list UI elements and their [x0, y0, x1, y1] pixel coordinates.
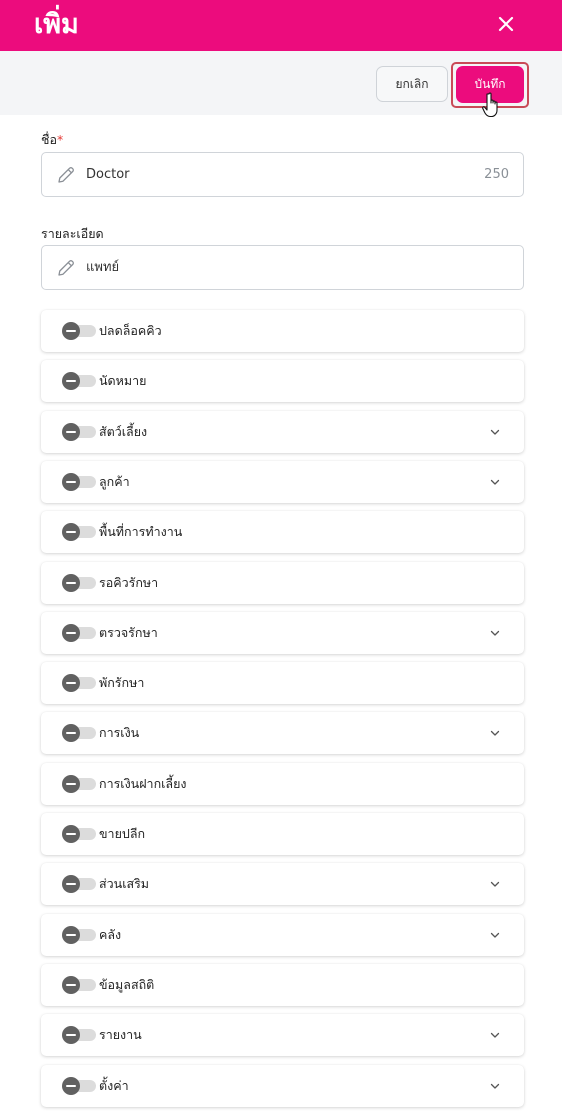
pencil-icon	[58, 260, 74, 276]
permission-row[interactable]: พื้นที่การทำงาน	[41, 511, 524, 553]
dialog-title: เพิ่ม	[34, 9, 79, 40]
permission-toggle[interactable]	[62, 423, 96, 441]
chevron-down-icon[interactable]	[489, 476, 501, 488]
permission-label: พื้นที่การทำงาน	[99, 524, 183, 539]
permission-label: ส่วนเสริม	[99, 876, 150, 891]
permission-toggle[interactable]	[62, 825, 96, 843]
toggle-knob-minus-icon	[62, 674, 80, 692]
permission-toggle[interactable]	[62, 372, 96, 390]
toggle-knob-minus-icon	[62, 1077, 80, 1095]
permission-row[interactable]: พักรักษา	[41, 662, 524, 704]
toggle-knob-minus-icon	[62, 523, 80, 541]
permission-label: ตั้งค่า	[99, 1078, 129, 1093]
chevron-down-icon[interactable]	[489, 727, 501, 739]
action-toolbar: ยกเลิก บันทึก	[0, 51, 562, 115]
hand-cursor-icon	[482, 92, 498, 118]
chevron-down-icon[interactable]	[489, 627, 501, 639]
permission-label: นัดหมาย	[99, 373, 147, 388]
chevron-down-icon[interactable]	[489, 929, 501, 941]
description-label: รายละเอียด	[41, 226, 104, 241]
permission-label: คลัง	[99, 927, 122, 942]
toggle-knob-minus-icon	[62, 875, 80, 893]
permission-toggle[interactable]	[62, 624, 96, 642]
permission-toggle[interactable]	[62, 775, 96, 793]
permission-toggle[interactable]	[62, 322, 96, 340]
close-button[interactable]	[494, 12, 518, 36]
permission-row[interactable]: คลัง	[41, 914, 524, 956]
pencil-icon	[58, 167, 74, 183]
permission-toggle[interactable]	[62, 473, 96, 491]
permission-row[interactable]: ตรวจรักษา	[41, 612, 524, 654]
permission-row[interactable]: การเงิน	[41, 712, 524, 754]
toggle-knob-minus-icon	[62, 724, 80, 742]
permission-row[interactable]: ส่วนเสริม	[41, 863, 524, 905]
permission-row[interactable]: รอคิวรักษา	[41, 562, 524, 604]
permission-label: ลูกค้า	[99, 474, 130, 489]
permission-row[interactable]: นัดหมาย	[41, 360, 524, 402]
permission-label: การเงินฝากเลี้ยง	[99, 776, 187, 791]
cancel-button[interactable]: ยกเลิก	[376, 66, 448, 102]
toggle-knob-minus-icon	[62, 926, 80, 944]
permission-label: ข้อมูลสถิติ	[99, 977, 155, 992]
permission-row[interactable]: ลูกค้า	[41, 461, 524, 503]
permission-toggle[interactable]	[62, 523, 96, 541]
permission-label: รายงาน	[99, 1027, 142, 1042]
permission-row[interactable]: การเงินฝากเลี้ยง	[41, 763, 524, 805]
permission-row[interactable]: ข้อมูลสถิติ	[41, 964, 524, 1006]
permission-label: สัตว์เลี้ยง	[99, 424, 148, 439]
permission-row[interactable]: รายงาน	[41, 1014, 524, 1056]
chevron-down-icon[interactable]	[489, 878, 501, 890]
toggle-knob-minus-icon	[62, 473, 80, 491]
permission-label: การเงิน	[99, 725, 140, 740]
toggle-knob-minus-icon	[62, 322, 80, 340]
name-label: ชื่อ*	[41, 132, 64, 147]
permission-row[interactable]: ปลดล็อคคิว	[41, 310, 524, 352]
toggle-knob-minus-icon	[62, 574, 80, 592]
permission-toggle[interactable]	[62, 1026, 96, 1044]
toggle-knob-minus-icon	[62, 372, 80, 390]
description-input-value: แพทย์	[86, 260, 120, 275]
permission-label: รอคิวรักษา	[99, 575, 159, 590]
permission-toggle[interactable]	[62, 875, 96, 893]
toggle-knob-minus-icon	[62, 624, 80, 642]
permission-label: พักรักษา	[99, 675, 145, 690]
permission-toggle[interactable]	[62, 674, 96, 692]
toggle-knob-minus-icon	[62, 423, 80, 441]
close-icon	[498, 16, 514, 32]
permission-label: ปลดล็อคคิว	[99, 323, 162, 338]
permission-row[interactable]: ขายปลีก	[41, 813, 524, 855]
chevron-down-icon[interactable]	[489, 426, 501, 438]
required-mark: *	[57, 132, 64, 147]
permission-row[interactable]: สัตว์เลี้ยง	[41, 411, 524, 453]
toggle-knob-minus-icon	[62, 775, 80, 793]
dialog-header: เพิ่ม	[0, 0, 562, 51]
toggle-knob-minus-icon	[62, 1026, 80, 1044]
character-counter: 250	[484, 167, 509, 182]
permission-toggle[interactable]	[62, 574, 96, 592]
permission-toggle[interactable]	[62, 976, 96, 994]
permission-label: ขายปลีก	[99, 826, 146, 841]
permission-label: ตรวจรักษา	[99, 625, 158, 640]
description-field[interactable]: แพทย์	[41, 245, 524, 290]
permission-row[interactable]: ตั้งค่า	[41, 1065, 524, 1107]
toggle-knob-minus-icon	[62, 825, 80, 843]
permission-toggle[interactable]	[62, 724, 96, 742]
permission-toggle[interactable]	[62, 926, 96, 944]
chevron-down-icon[interactable]	[489, 1080, 501, 1092]
chevron-down-icon[interactable]	[489, 1029, 501, 1041]
toggle-knob-minus-icon	[62, 976, 80, 994]
name-field[interactable]: Doctor 250	[41, 152, 524, 197]
name-input-value: Doctor	[86, 167, 130, 182]
permission-toggle[interactable]	[62, 1077, 96, 1095]
